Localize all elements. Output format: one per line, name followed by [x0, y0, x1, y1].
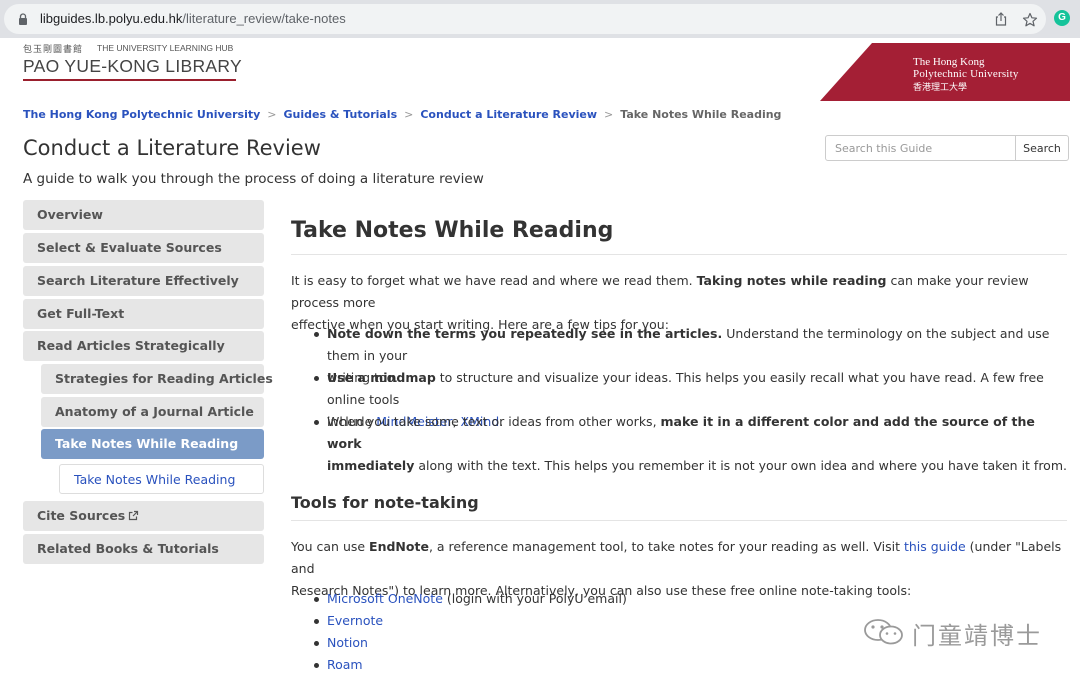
university-name-line1: The Hong Kong: [913, 56, 985, 68]
wechat-icon: [864, 619, 903, 645]
onenote-note: (login with your PolyU email): [442, 591, 627, 606]
sidebar-item-cite-sources-label: Cite Sources: [37, 508, 126, 523]
intro-text: It is easy to forget what we have read a…: [291, 273, 697, 288]
list-item: Roam: [314, 654, 363, 676]
bullet-dot: [314, 376, 319, 381]
external-link-icon: [129, 510, 139, 521]
share-icon[interactable]: [994, 12, 1008, 26]
bullet-dot: [314, 420, 319, 425]
notion-link[interactable]: Notion: [327, 635, 368, 650]
sidebar-item-overview[interactable]: Overview: [23, 200, 264, 230]
roam-link[interactable]: Roam: [327, 657, 363, 672]
sidebar-item-select-evaluate[interactable]: Select & Evaluate Sources: [23, 233, 264, 263]
bullet-dot: [314, 597, 319, 602]
breadcrumb-link-guide[interactable]: Conduct a Literature Review: [420, 108, 597, 121]
sidebar-item-anatomy[interactable]: Anatomy of a Journal Article: [41, 397, 264, 427]
url-path: /literature_review/take-notes: [182, 11, 346, 26]
library-logo-hub: THE UNIVERSITY LEARNING HUB: [97, 43, 234, 53]
university-logo[interactable]: The Hong Kong Polytechnic University 香港理…: [820, 43, 1070, 101]
list-item: When you take some text or ideas from ot…: [314, 411, 1067, 477]
onenote-link[interactable]: Microsoft OneNote: [327, 591, 443, 606]
breadcrumb-separator: >: [267, 108, 277, 121]
list-item: Evernote: [314, 610, 383, 632]
tools-heading-divider: [291, 520, 1067, 521]
tip-bold: Use a mindmap: [327, 370, 436, 385]
lock-icon: [19, 13, 27, 25]
list-item: Notion: [314, 632, 368, 654]
library-logo-name: PAO YUE-KONG LIBRARY: [23, 56, 242, 76]
sidebar-item-cite-sources[interactable]: Cite Sources: [23, 501, 264, 531]
library-logo[interactable]: 包玉剛圖書館 THE UNIVERSITY LEARNING HUB PAO Y…: [23, 42, 243, 82]
breadcrumb-separator: >: [404, 108, 414, 121]
sidebar-item-take-notes-active[interactable]: Take Notes While Reading: [41, 429, 264, 459]
sidebar-item-get-full-text[interactable]: Get Full-Text: [23, 299, 264, 329]
library-logo-chinese: 包玉剛圖書館: [23, 45, 84, 55]
sidebar-item-read-articles[interactable]: Read Articles Strategically: [23, 331, 264, 361]
list-item: Microsoft OneNote (login with your PolyU…: [314, 588, 627, 610]
polyu-emblem-icon: [820, 43, 852, 75]
tip-text: When you take some text or ideas from ot…: [327, 414, 661, 429]
university-name-chinese: 香港理工大學: [913, 83, 968, 93]
breadcrumb-current: Take Notes While Reading: [620, 108, 782, 121]
address-bar[interactable]: libguides.lb.polyu.edu.hk/literature_rev…: [4, 4, 1046, 34]
url-host: libguides.lb.polyu.edu.hk: [40, 11, 183, 26]
browser-toolbar: libguides.lb.polyu.edu.hk/literature_rev…: [0, 0, 1080, 38]
library-logo-underline: [23, 79, 236, 81]
bullet-dot: [314, 332, 319, 337]
page-heading: Take Notes While Reading: [291, 218, 614, 243]
breadcrumb-separator: >: [604, 108, 614, 121]
evernote-link[interactable]: Evernote: [327, 613, 383, 628]
guide-title: Conduct a Literature Review: [23, 136, 321, 160]
bullet-dot: [314, 619, 319, 624]
watermark-text: 门童靖博士: [912, 622, 1042, 650]
breadcrumb-link-university[interactable]: The Hong Kong Polytechnic University: [23, 108, 260, 121]
sidebar-item-related-books[interactable]: Related Books & Tutorials: [23, 534, 264, 564]
university-name-line2: Polytechnic University: [913, 68, 1019, 80]
sidebar-subitem-take-notes[interactable]: Take Notes While Reading: [59, 464, 264, 494]
intro-bold: Taking notes while reading: [696, 273, 887, 288]
tip-bold-line2: immediately: [327, 458, 415, 473]
sidebar-item-strategies[interactable]: Strategies for Reading Articles: [41, 364, 273, 394]
breadcrumb-link-guides[interactable]: Guides & Tutorials: [283, 108, 397, 121]
sidebar-item-search-literature[interactable]: Search Literature Effectively: [23, 266, 264, 296]
search-button[interactable]: Search: [1015, 135, 1069, 161]
tip-text-line2: along with the text. This helps you reme…: [414, 458, 1067, 473]
tools-intro-text: You can use: [291, 539, 370, 554]
bookmark-star-icon[interactable]: [1022, 12, 1038, 28]
url-text: libguides.lb.polyu.edu.hk/literature_rev…: [40, 11, 346, 26]
bullet-dot: [314, 641, 319, 646]
endnote-bold: EndNote: [369, 539, 429, 554]
tools-heading: Tools for note-taking: [291, 493, 479, 512]
grammarly-extension-icon[interactable]: G: [1054, 10, 1070, 26]
tools-intro-mid: , a reference management tool, to take n…: [428, 539, 904, 554]
tip-bold: Note down the terms you repeatedly see i…: [327, 326, 723, 341]
this-guide-link[interactable]: this guide: [904, 539, 966, 554]
heading-divider: [291, 254, 1067, 255]
bullet-dot: [314, 663, 319, 668]
search-guide-input[interactable]: [825, 135, 1016, 161]
breadcrumb: The Hong Kong Polytechnic University > Gui…: [23, 108, 781, 121]
guide-description: A guide to walk you through the process …: [23, 171, 484, 187]
